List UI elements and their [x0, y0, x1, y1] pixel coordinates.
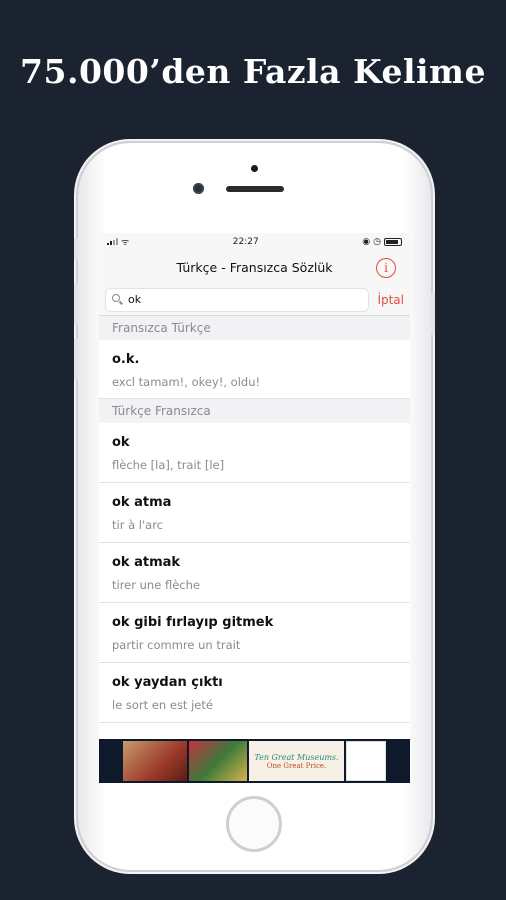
entry-meaning: excl tamam!, okey!, oldu!: [112, 375, 261, 389]
alarm-icon: ◷: [373, 236, 381, 247]
location-icon: ◉: [362, 236, 371, 247]
mute-switch: [74, 238, 78, 260]
entry-word: ok yaydan çıktı: [112, 675, 223, 690]
nav-title: Türkçe - Fransızca Sözlük: [176, 259, 333, 275]
list-item[interactable]: ok flèche [la], trait [le]: [99, 423, 410, 483]
battery-icon: [384, 237, 402, 246]
entry-meaning: tirer une flèche: [112, 578, 200, 592]
power-button: [431, 293, 435, 335]
entry-meaning: le sort en est jeté: [112, 698, 213, 712]
ad-banner[interactable]: Ten Great Museums. One Great Price.: [99, 739, 410, 783]
status-right: ◉ ◷: [362, 237, 402, 247]
status-left: ᯤ: [107, 235, 129, 248]
volume-up-button: [74, 283, 78, 325]
list-item[interactable]: ok yaydan çıktı le sort en est jeté: [99, 663, 410, 723]
list-item[interactable]: o.k. excl tamam!, okey!, oldu!: [99, 340, 410, 399]
entry-meaning: partir commre un trait: [112, 638, 241, 652]
entry-word: ok atma: [112, 495, 172, 510]
nav-bar: Türkçe - Fransızca Sözlük i: [99, 250, 410, 284]
cancel-button[interactable]: İptal: [377, 293, 404, 307]
entry-word: ok: [112, 435, 130, 450]
search-row: ok İptal: [99, 284, 410, 316]
list-item[interactable]: ok atmak tirer une flèche: [99, 543, 410, 603]
earpiece-speaker: [226, 186, 284, 192]
search-input[interactable]: ok: [105, 287, 370, 312]
section-header-fr-tr: Fransızca Türkçe: [99, 316, 410, 340]
entry-word: ok gibi fırlayıp gitmek: [112, 615, 274, 630]
info-circle-icon[interactable]: i: [376, 258, 396, 278]
ad-photo: [123, 741, 187, 781]
home-button[interactable]: [226, 796, 282, 852]
ad-line1: Ten Great Museums.: [254, 752, 339, 762]
status-bar: ᯤ 22:27 ◉ ◷: [99, 233, 410, 250]
proximity-sensor: [251, 165, 258, 172]
volume-down-button: [74, 338, 78, 380]
list-item[interactable]: ok atma tir à l'arc: [99, 483, 410, 543]
ad-line2: One Great Price.: [266, 761, 327, 770]
wifi-icon: ᯤ: [121, 238, 130, 248]
entry-meaning: tir à l'arc: [112, 518, 163, 532]
entry-word: o.k.: [112, 352, 140, 367]
promo-headline: 75.000’den Fazla Kelime: [20, 52, 486, 91]
list-item[interactable]: ok gibi fırlayıp gitmek partir commre un…: [99, 603, 410, 663]
search-value: ok: [128, 293, 142, 306]
ad-flowers-image: [189, 741, 247, 781]
signal-icon: [107, 238, 118, 245]
entry-meaning: flèche [la], trait [le]: [112, 458, 225, 472]
section-header-tr-fr: Türkçe Fransızca: [99, 399, 410, 423]
front-camera: [193, 183, 204, 194]
phone-screen: ᯤ 22:27 ◉ ◷ Türkçe - Fransızca Sözlük i …: [99, 233, 410, 783]
status-time: 22:27: [232, 236, 259, 247]
phone-frame: ᯤ 22:27 ◉ ◷ Türkçe - Fransızca Sözlük i …: [74, 143, 435, 870]
ad-side-panel: [346, 741, 386, 781]
search-icon: [112, 294, 123, 305]
ad-text: Ten Great Museums. One Great Price.: [249, 741, 344, 781]
entry-word: ok atmak: [112, 555, 181, 570]
